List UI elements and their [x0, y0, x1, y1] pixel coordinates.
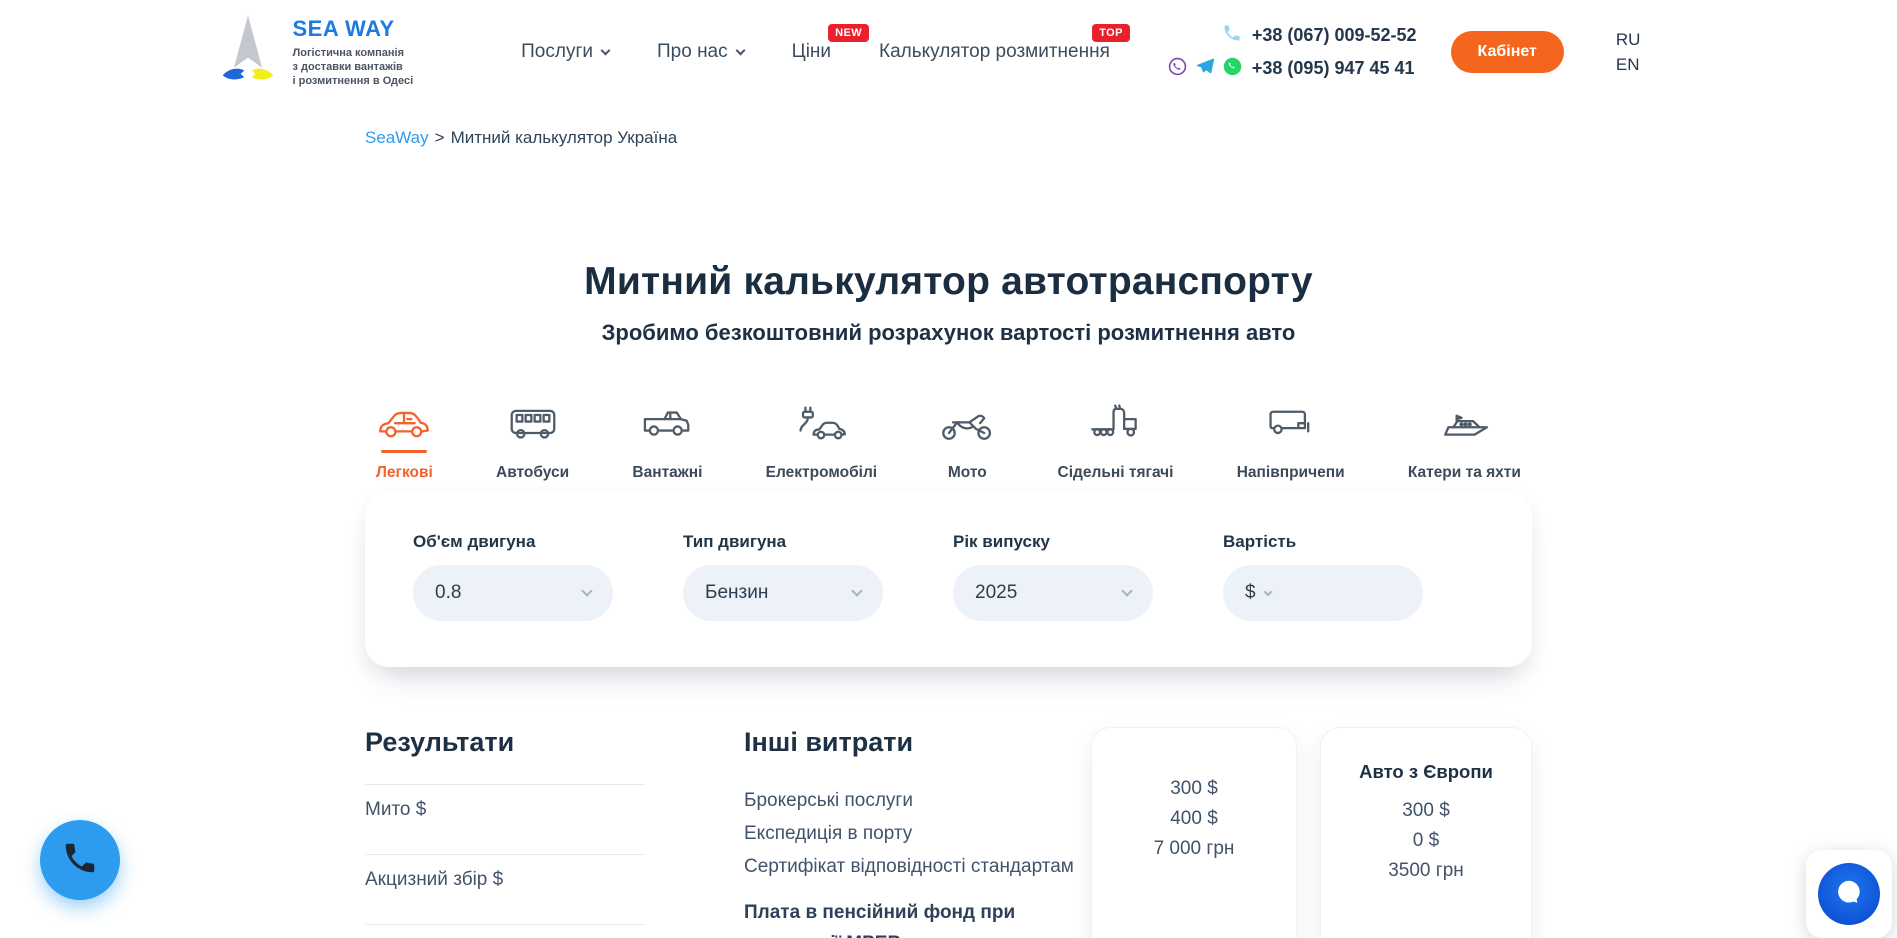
chevron-down-icon: [851, 585, 862, 596]
result-row-excise: Акцизний збір $: [365, 854, 645, 924]
tab-trucks[interactable]: Вантажні: [632, 398, 702, 482]
engine-volume-select[interactable]: 0.8: [413, 565, 613, 621]
chat-widget: [1806, 850, 1892, 938]
cost-item-port: Експедиція в порту: [744, 817, 1089, 850]
trailer-icon: [1264, 398, 1318, 444]
cost-value: 300 $: [1321, 796, 1531, 826]
page-title: Митний калькулятор автотранспорту: [0, 260, 1897, 304]
cost-item-pension-fund: Плата в пенсійний фонд при реєстрації МР…: [744, 897, 1074, 938]
lang-en[interactable]: EN: [1616, 52, 1641, 77]
logo-title: SEA WAY: [293, 16, 414, 42]
tab-buses[interactable]: Автобуси: [496, 398, 569, 482]
truck-icon: [640, 398, 694, 444]
breadcrumb-separator: >: [435, 128, 445, 147]
cost-value: 300 $: [1092, 774, 1296, 804]
nav-item-prices[interactable]: Ціни NEW: [792, 41, 831, 63]
chevron-down-icon: [735, 45, 745, 55]
results-section: Результати Мито $ Акцизний збір $ Інші в…: [365, 727, 1532, 938]
tab-motorcycles[interactable]: Мото: [940, 398, 994, 482]
tab-boats-yachts[interactable]: Катери та яхти: [1408, 398, 1521, 482]
nav-item-about[interactable]: Про нас: [657, 41, 744, 63]
engine-volume-field: Об'єм двигуна 0.8: [413, 532, 613, 621]
new-badge: NEW: [828, 24, 869, 42]
phone-icon: [61, 839, 99, 882]
active-tab-underline: [381, 450, 427, 453]
top-badge: TOP: [1092, 24, 1130, 42]
yacht-icon: [1437, 398, 1491, 444]
page-subtitle: Зробимо безкоштовний розрахунок вартості…: [0, 320, 1897, 346]
chat-bubble-icon: [1833, 876, 1865, 913]
breadcrumb: SeaWay > Митний калькулятор Україна: [365, 128, 1532, 148]
results-title: Результати: [365, 727, 645, 758]
main-nav: Послуги Про нас Ціни NEW Калькулятор роз…: [521, 41, 1110, 63]
logo-boat-icon: [219, 11, 277, 94]
cost-card-default: 300 $ 400 $ 7 000 грн: [1091, 727, 1297, 938]
semi-truck-icon: [1089, 398, 1143, 444]
chevron-down-icon: [601, 45, 611, 55]
chevron-down-icon: [1121, 585, 1132, 596]
breadcrumb-current: Митний калькулятор Україна: [451, 128, 678, 147]
electric-car-icon: [794, 398, 848, 444]
price-field: Вартість $: [1223, 532, 1423, 621]
phone-number-2: +38 (095) 947 45 41: [1154, 56, 1417, 81]
floating-call-button[interactable]: [40, 820, 120, 900]
cost-card-title: Авто з Європи: [1321, 760, 1531, 784]
year-select[interactable]: 2025: [953, 565, 1153, 621]
results-column: Результати Мито $ Акцизний збір $: [365, 727, 645, 925]
lang-ru[interactable]: RU: [1616, 27, 1641, 52]
page: SEA WAY Логістична компанія з доставки в…: [0, 0, 1897, 938]
bus-icon: [506, 398, 560, 444]
tab-electric-cars[interactable]: Електромобілі: [766, 398, 877, 482]
other-costs-column: Інші витрати Брокерські послуги Експедиц…: [744, 727, 1089, 938]
cost-value: 0 $: [1321, 826, 1531, 856]
engine-type-field: Тип двигуна Бензин: [683, 532, 883, 621]
nav-item-services[interactable]: Послуги: [521, 41, 609, 63]
phone-number-1[interactable]: +38 (067) 009-52-52: [1154, 23, 1417, 48]
cabinet-button[interactable]: Кабінет: [1451, 31, 1564, 73]
cost-value: 7 000 грн: [1092, 834, 1296, 864]
header: SEA WAY Логістична компанія з доставки в…: [0, 0, 1897, 104]
phone-icon: [1222, 23, 1242, 48]
cost-cards: 300 $ 400 $ 7 000 грн Авто з Європи 300 …: [1091, 727, 1532, 938]
viber-icon[interactable]: [1168, 57, 1187, 81]
engine-type-select[interactable]: Бензин: [683, 565, 883, 621]
currency-select[interactable]: $: [1223, 565, 1423, 621]
logo-tagline: Логістична компанія з доставки вантажів …: [293, 46, 414, 88]
language-switcher: RU EN: [1616, 27, 1641, 77]
cost-item-broker: Брокерські послуги: [744, 784, 1089, 817]
calculator-form-card: Об'єм двигуна 0.8 Тип двигуна Бензин Рік…: [365, 492, 1532, 667]
vehicle-type-tabs: Легкові Автобуси Ванта: [376, 398, 1521, 482]
chat-button[interactable]: [1818, 863, 1880, 925]
telegram-icon[interactable]: [1195, 56, 1215, 81]
header-contacts: +38 (067) 009-52-52 +38 (09: [1154, 23, 1417, 81]
cost-item-certificate: Сертифікат відповідності стандартам: [744, 850, 1089, 883]
car-icon: [377, 398, 431, 444]
price-input[interactable]: [1271, 581, 1401, 605]
result-row-duty: Мито $: [365, 784, 645, 854]
cost-card-europe: Авто з Європи 300 $ 0 $ 3500 грн: [1320, 727, 1532, 938]
nav-item-customs-calculator[interactable]: Калькулятор розмитнення TOP: [879, 41, 1110, 63]
other-costs-title: Інші витрати: [744, 727, 1089, 758]
cost-value: 400 $: [1092, 804, 1296, 834]
divider: [365, 924, 645, 925]
whatsapp-icon[interactable]: [1223, 57, 1242, 81]
tab-cars[interactable]: Легкові: [376, 398, 433, 482]
tab-semi-tractors[interactable]: Сідельні тягачі: [1058, 398, 1174, 482]
motorcycle-icon: [940, 398, 994, 444]
cost-value: 3500 грн: [1321, 856, 1531, 886]
logo[interactable]: SEA WAY Логістична компанія з доставки в…: [219, 11, 414, 94]
currency-value: $: [1245, 582, 1256, 604]
breadcrumb-home-link[interactable]: SeaWay: [365, 128, 429, 147]
tab-semi-trailers[interactable]: Напівпричепи: [1237, 398, 1345, 482]
year-field: Рік випуску 2025: [953, 532, 1153, 621]
chevron-down-icon: [581, 585, 592, 596]
